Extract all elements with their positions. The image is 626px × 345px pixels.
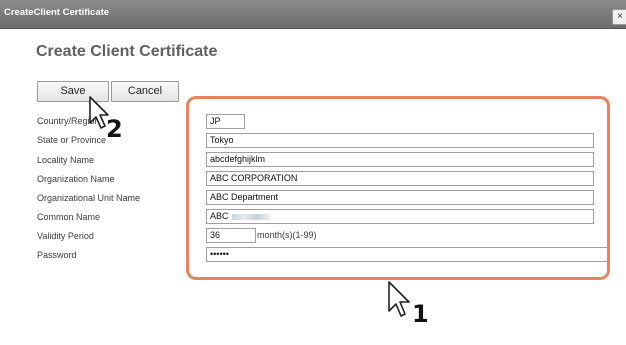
locality-label: Locality Name xyxy=(37,155,95,165)
page-title: Create Client Certificate xyxy=(36,43,218,60)
validity-label: Validity Period xyxy=(37,231,94,241)
password-label: Password xyxy=(37,250,77,260)
window-titlebar: CreateClient Certificate xyxy=(0,0,626,29)
close-icon[interactable]: × xyxy=(612,9,626,25)
common-name-label: Common Name xyxy=(37,212,101,222)
state-label: State or Province xyxy=(37,135,107,145)
highlight-box xyxy=(186,96,610,280)
org-unit-label: Organizational Unit Name xyxy=(37,193,141,203)
cancel-button[interactable]: Cancel xyxy=(111,81,179,102)
mouse-cursor-icon xyxy=(388,281,410,317)
window-title: CreateClient Certificate xyxy=(4,7,110,18)
step-2-marker: 2 xyxy=(106,115,123,143)
step-1-marker: 1 xyxy=(412,300,429,328)
organization-label: Organization Name xyxy=(37,174,115,184)
